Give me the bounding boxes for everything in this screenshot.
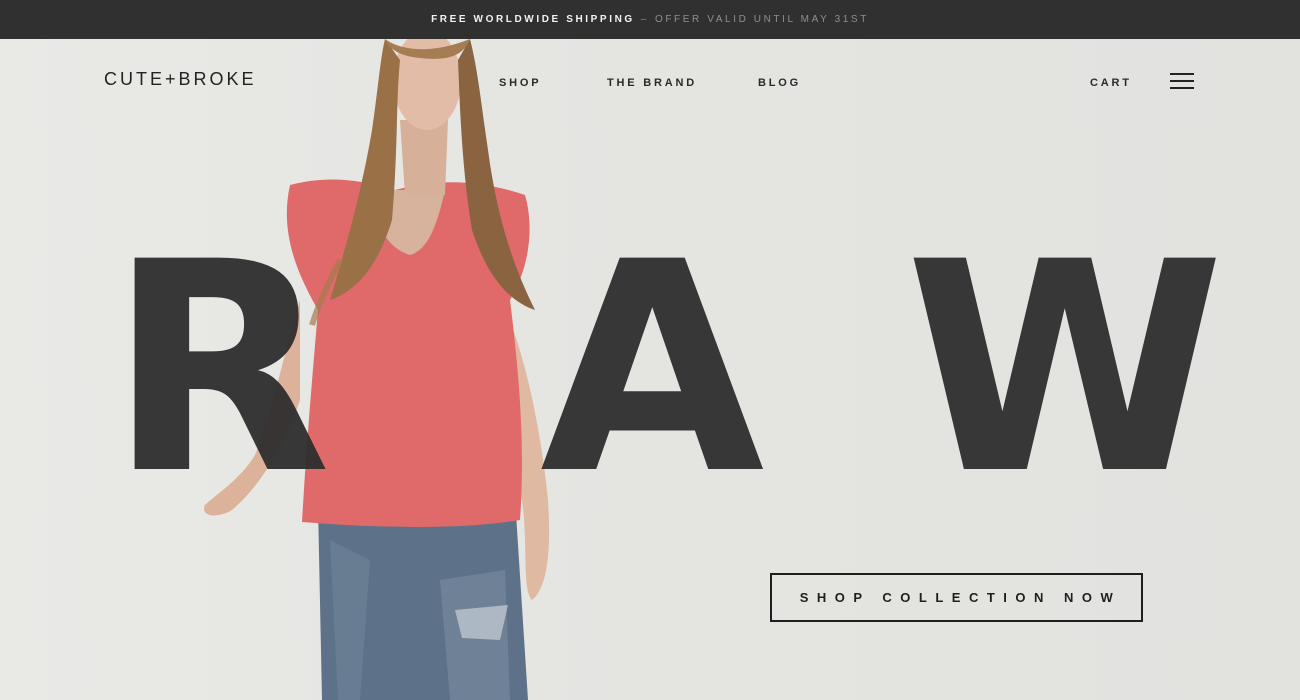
promo-secondary-text: OFFER VALID UNTIL MAY 31ST [654,14,869,25]
menu-line [1170,80,1194,82]
menu-line [1170,73,1194,75]
promo-main-text: FREE WORLDWIDE SHIPPING [431,14,635,25]
nav-blog[interactable]: BLOG [758,77,801,89]
nav-the-brand[interactable]: THE BRAND [607,77,697,89]
shop-collection-button[interactable]: SHOP COLLECTION NOW [770,573,1143,622]
site-logo[interactable]: CUTE+BROKE [104,69,257,90]
promo-separator: – [640,14,649,25]
nav-shop[interactable]: SHOP [499,77,541,89]
promo-bar: FREE WORLDWIDE SHIPPING – OFFER VALID UN… [0,0,1300,39]
menu-line [1170,87,1194,89]
hero-letter-w: W [905,201,1225,538]
site-header: CUTE+BROKE SHOP THE BRAND BLOG CART [0,39,1300,129]
hero-letter-r: R [108,201,332,538]
hero-letter-a: A [540,201,765,538]
cart-link[interactable]: CART [1090,77,1132,89]
hamburger-menu-icon[interactable] [1170,73,1194,89]
